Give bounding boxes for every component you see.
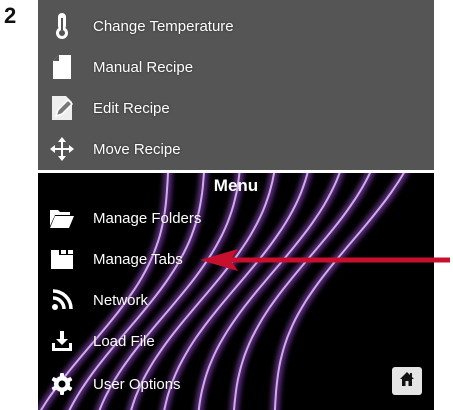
home-icon: [399, 371, 415, 392]
edit-pencil-icon: [42, 88, 82, 128]
menu-item-label: Manage Tabs: [93, 250, 183, 268]
menu-item-user-options[interactable]: User Options: [38, 364, 434, 404]
menu-item-label: User Options: [93, 375, 181, 393]
menu-item-manage-folders[interactable]: Manage Folders: [38, 198, 434, 238]
step-number: 2: [4, 3, 17, 28]
menu-item-network[interactable]: Network: [38, 280, 434, 320]
menu-item-label: Network: [93, 291, 149, 309]
thermometer-icon: [42, 6, 82, 46]
folder-open-icon: [42, 198, 82, 238]
menu-item-load-file[interactable]: Load File: [38, 321, 434, 361]
gear-icon: [42, 364, 82, 404]
menu-item-label: Move Recipe: [93, 140, 181, 158]
menu-item-move-recipe[interactable]: Move Recipe: [38, 129, 434, 169]
menu-item-label: Change Temperature: [93, 17, 234, 35]
menu-item-label: Load File: [93, 332, 155, 350]
download-icon: [42, 321, 82, 361]
home-button[interactable]: [392, 367, 422, 395]
menu-item-label: Manual Recipe: [93, 58, 194, 76]
annotation-arrow: [200, 249, 450, 271]
move-arrows-icon: [42, 129, 82, 169]
menu-title: Menu: [213, 176, 259, 195]
network-wifi-icon: [42, 280, 82, 320]
tabs-folder-icon: [42, 239, 82, 279]
menu-item-change-temperature[interactable]: Change Temperature: [38, 6, 434, 46]
document-icon: [42, 47, 82, 87]
menu-item-label: Manage Folders: [93, 209, 202, 227]
menu-item-label: Edit Recipe: [93, 99, 170, 117]
device-screen: Change Temperature Manual Recipe Edit Re…: [38, 0, 434, 410]
menu-item-edit-recipe[interactable]: Edit Recipe: [38, 88, 434, 128]
menu-item-manual-recipe[interactable]: Manual Recipe: [38, 47, 434, 87]
